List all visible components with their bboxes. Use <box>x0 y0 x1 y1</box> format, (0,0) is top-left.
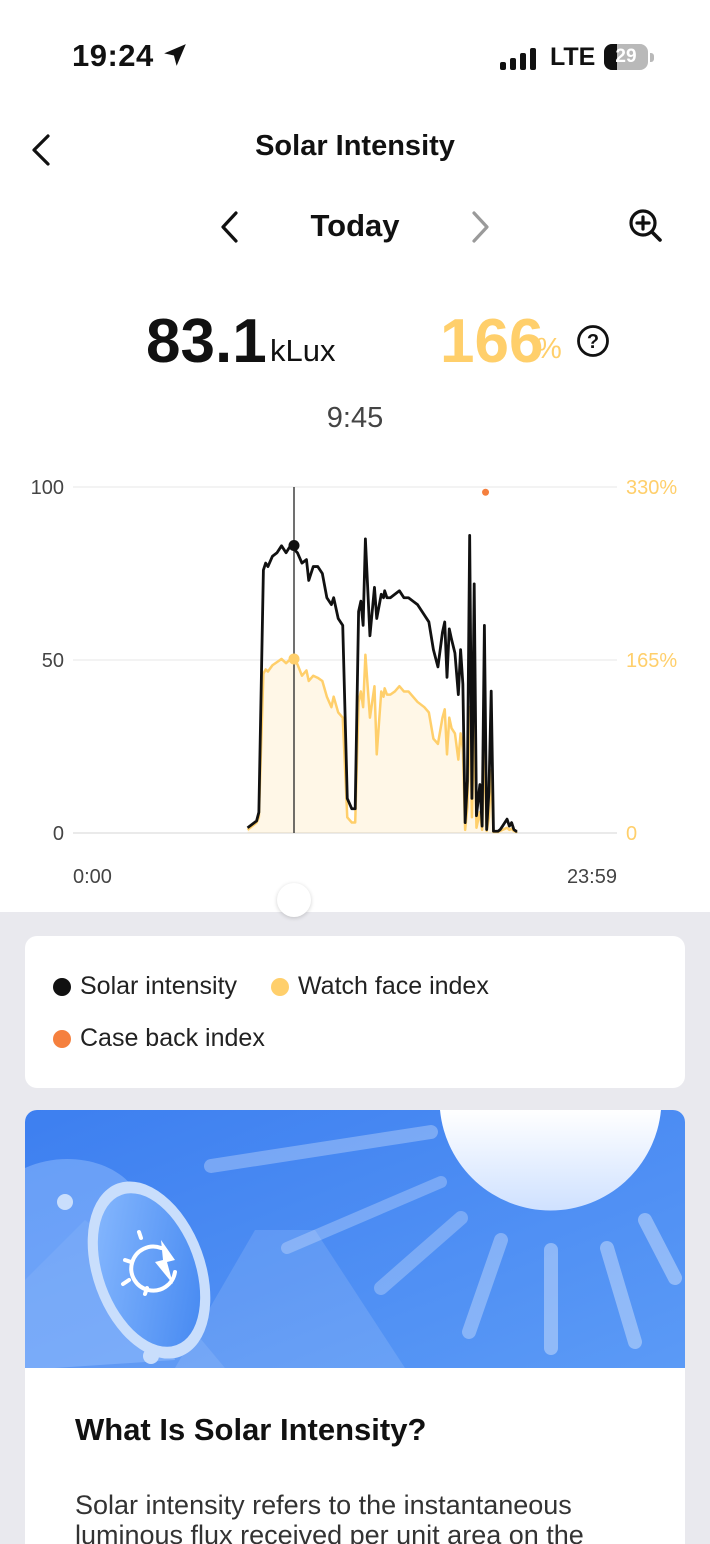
zoom-in-icon[interactable] <box>626 206 666 246</box>
info-body: Solar intensity refers to the instantane… <box>75 1490 584 1544</box>
legend-label: Watch face index <box>298 972 489 1000</box>
legend-card: Solar intensity Watch face index Case ba… <box>25 936 685 1088</box>
help-question-icon[interactable]: ? <box>576 324 610 358</box>
selected-intensity-point <box>288 539 300 551</box>
next-day-chevron-icon[interactable] <box>464 208 496 246</box>
info-card: What Is Solar Intensity? Solar intensity… <box>25 1110 685 1544</box>
solar-intensity-chart[interactable]: 100500330%165%00:00 23:59 <box>0 462 710 892</box>
selected-watch-face-point <box>288 653 300 665</box>
previous-day-chevron-icon[interactable] <box>214 208 246 246</box>
y-left-tick-label: 50 <box>42 650 64 672</box>
legend-label: Case back index <box>80 1024 265 1052</box>
legend-label: Solar intensity <box>80 972 238 1000</box>
battery-level: 29 <box>615 46 637 67</box>
legend-dot <box>271 978 289 996</box>
y-left-tick-label: 0 <box>53 823 64 845</box>
selected-time: 9:45 <box>326 402 384 434</box>
scrubber-track <box>0 878 710 912</box>
legend-dot <box>53 978 71 996</box>
svg-text:?: ? <box>587 331 599 353</box>
battery-icon: 29 <box>604 44 654 70</box>
watch-face-index-value: 166 <box>440 307 544 376</box>
info-title: What Is Solar Intensity? <box>75 1412 427 1447</box>
status-time: 19:24 <box>72 38 154 73</box>
intensity-unit: kLux <box>270 333 336 368</box>
date-label: Today <box>310 208 400 243</box>
y-left-tick-label: 100 <box>31 477 64 499</box>
solar-watch-illustration <box>25 1110 685 1368</box>
y-right-tick-label: 165% <box>626 650 677 672</box>
watch-face-index-unit: % <box>536 333 562 365</box>
page-title: Solar Intensity <box>255 130 455 162</box>
legend-dot <box>53 1030 71 1048</box>
y-right-tick-label: 330% <box>626 477 677 499</box>
case-back-index-point <box>482 488 490 496</box>
cellular-signal-icon <box>500 46 538 70</box>
time-scrubber-handle[interactable] <box>277 883 311 917</box>
intensity-value: 83.1 <box>146 307 267 376</box>
y-right-tick-label: 0 <box>626 823 637 845</box>
location-arrow-icon <box>164 44 186 66</box>
network-type: LTE <box>550 43 596 71</box>
status-bar: 19:24 LTE 29 <box>0 0 710 110</box>
